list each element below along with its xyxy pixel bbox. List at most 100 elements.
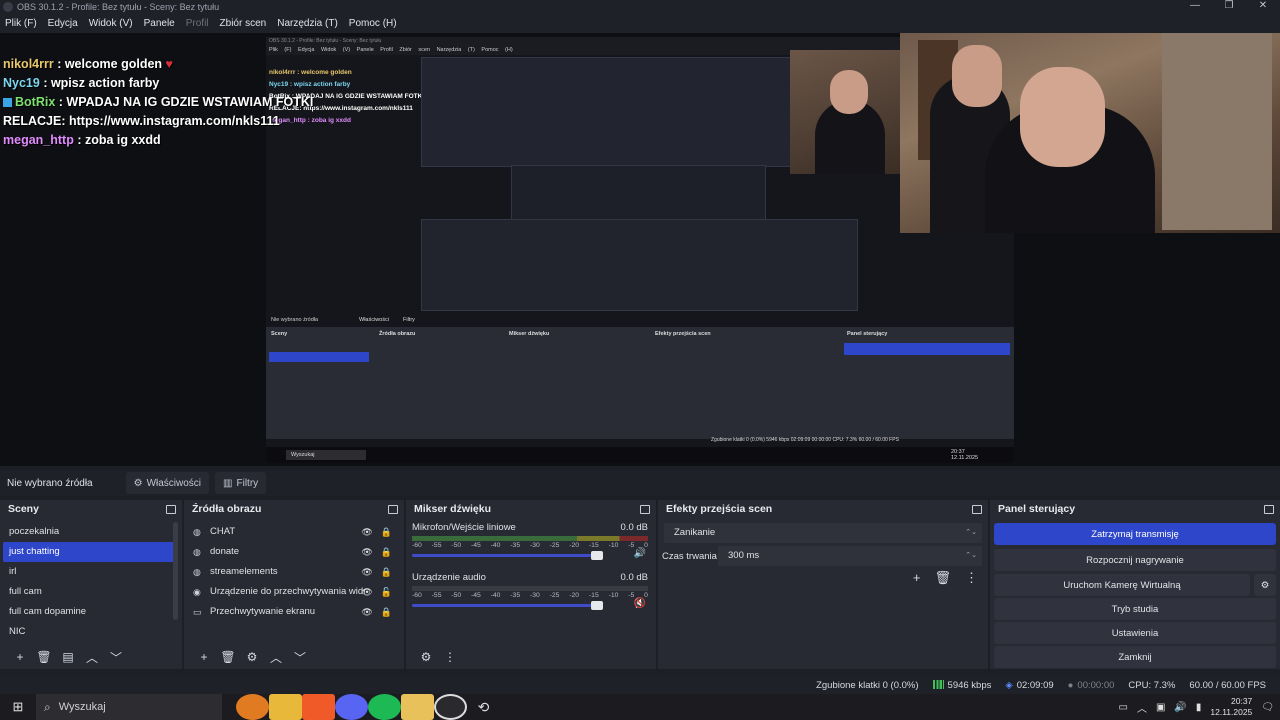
chat-text: : wpisz action farby <box>39 76 160 90</box>
battery-icon[interactable]: ▮ <box>1196 702 1202 713</box>
scene-item[interactable]: full cam dopamine <box>3 602 176 622</box>
taskbar-app-explorer[interactable] <box>269 694 302 720</box>
lock-icon[interactable]: 🔒 <box>381 602 392 622</box>
tray-app-icon[interactable]: ▭ <box>1119 702 1128 713</box>
menu-edycja[interactable]: Edycja <box>48 18 78 29</box>
network-icon[interactable]: ▣ <box>1156 702 1165 713</box>
exit-button[interactable]: Zamknij <box>994 646 1276 668</box>
minimize-button[interactable]: — <box>1178 0 1212 11</box>
duration-value: 300 ms <box>728 550 760 561</box>
source-item[interactable]: ◍ donate 👁 🔒 <box>187 542 398 562</box>
mixer-channel: Urządzenie audio 0.0 dB -60 -55 -50 -45 -40 -3… <box>412 572 648 618</box>
remove-transition-button[interactable]: 🗑 <box>934 570 951 586</box>
taskbar-app-player[interactable] <box>401 694 434 720</box>
unlock-icon[interactable]: 🔓 <box>381 582 392 602</box>
advanced-audio-icon[interactable]: ⚙ <box>414 650 438 664</box>
scene-item-selected[interactable]: just chatting <box>3 542 176 562</box>
transition-menu-button[interactable]: ⋮ <box>965 570 978 586</box>
move-source-down-button[interactable]: ﹀ <box>288 649 312 666</box>
duration-input[interactable]: 300 ms ⌃⌄ <box>718 546 982 566</box>
properties-button[interactable]: ⚙ Właściwości <box>125 472 210 494</box>
menu-plik[interactable]: Plik (F) <box>5 18 37 29</box>
eye-icon[interactable]: 👁 <box>361 542 372 562</box>
taskbar-app-brave[interactable] <box>302 694 335 720</box>
clock-time: 20:37 <box>1231 696 1253 706</box>
eye-icon[interactable]: 👁 <box>361 562 372 582</box>
source-item[interactable]: ◉ Urządzenie do przechwytywania wideo 👁 🔓 <box>187 582 398 602</box>
move-scene-down-button[interactable]: ﹀ <box>104 649 128 666</box>
start-recording-button[interactable]: Rozpocznij nagrywanie <box>994 549 1276 571</box>
scene-item[interactable]: full cam <box>3 582 176 602</box>
taskbar-app-firefox[interactable] <box>236 694 269 720</box>
scene-item[interactable]: poczekalnia <box>3 522 176 542</box>
menu-pomoc[interactable]: Pomoc (H) <box>349 18 397 29</box>
lock-icon[interactable]: 🔒 <box>381 562 392 582</box>
menu-narzedzia[interactable]: Narzędzia (T) <box>277 18 338 29</box>
taskbar-app-spotify[interactable] <box>368 694 401 720</box>
browser-icon: ◍ <box>193 567 201 577</box>
undock-icon[interactable] <box>388 504 398 514</box>
fader-handle[interactable] <box>591 551 603 560</box>
virtual-camera-button[interactable]: Uruchom Kamerę Wirtualną <box>994 574 1250 596</box>
lock-icon[interactable]: 🔒 <box>381 542 392 562</box>
speaker-icon[interactable]: 🔊 <box>634 548 646 559</box>
mixer-menu-icon[interactable]: ⋮ <box>438 650 462 664</box>
scene-item[interactable]: irl <box>3 562 176 582</box>
menu-zbior-scen[interactable]: Zbiór scen <box>220 18 267 29</box>
stop-streaming-button[interactable]: Zatrzymaj transmisję <box>994 523 1276 545</box>
lock-icon[interactable]: 🔒 <box>381 522 392 542</box>
scene-filters-button[interactable]: ▤ <box>56 650 80 664</box>
notifications-icon[interactable]: 🗨 <box>1261 702 1274 713</box>
transition-select[interactable]: Zanikanie ⌃⌄ <box>664 523 982 543</box>
folder-icon <box>269 694 302 720</box>
chevron-up-icon[interactable]: ︿ <box>1137 700 1147 715</box>
window-controls: — ❐ ✕ <box>1178 0 1280 11</box>
settings-button[interactable]: Ustawienia <box>994 622 1276 644</box>
add-scene-button[interactable]: + <box>8 650 32 664</box>
source-settings-button[interactable]: ⚙ <box>240 650 264 664</box>
fps-indicator: 60.00 / 60.00 FPS <box>1189 679 1266 691</box>
source-item[interactable]: ◍ CHAT 👁 🔒 <box>187 522 398 542</box>
taskbar-app-obs[interactable] <box>434 694 467 720</box>
scale-tick: -20 <box>569 542 580 549</box>
eye-icon[interactable]: 👁 <box>361 602 372 622</box>
volume-fader[interactable] <box>412 601 603 610</box>
filters-button[interactable]: ▥ Filtry <box>215 472 267 494</box>
eye-icon[interactable]: 👁 <box>361 522 372 542</box>
volume-fader[interactable] <box>412 551 603 560</box>
maximize-button[interactable]: ❐ <box>1212 0 1246 11</box>
source-item[interactable]: ▭ Przechwytywanie ekranu 👁 🔒 <box>187 602 398 622</box>
add-transition-button[interactable]: + <box>913 570 921 586</box>
taskbar-search[interactable]: ⌕ Wyszukaj <box>36 694 222 720</box>
scenes-list: poczekalnia just chatting irl full cam f… <box>3 522 176 642</box>
move-source-up-button[interactable]: ︿ <box>264 649 288 666</box>
menu-widok[interactable]: Widok (V) <box>89 18 133 29</box>
muted-speaker-icon[interactable]: 🔇 <box>634 598 646 609</box>
chat-nick: nikol4rrr <box>3 57 54 71</box>
remove-source-button[interactable]: 🗑 <box>216 650 240 664</box>
virtual-camera-settings-icon[interactable]: ⚙ <box>1254 574 1276 596</box>
add-source-button[interactable]: + <box>192 650 216 664</box>
undock-icon[interactable] <box>166 504 176 514</box>
menu-panele[interactable]: Panele <box>144 18 175 29</box>
menu-profil[interactable]: Profil <box>186 18 209 29</box>
remove-scene-button[interactable]: 🗑 <box>32 650 56 664</box>
scene-item[interactable]: NIC <box>3 622 176 642</box>
volume-icon[interactable]: 🔊 <box>1174 702 1186 713</box>
spin-arrows-icon[interactable]: ⌃⌄ <box>965 546 977 566</box>
studio-mode-button[interactable]: Tryb studia <box>994 598 1276 620</box>
undock-icon[interactable] <box>640 504 650 514</box>
eye-icon[interactable]: 👁 <box>361 582 372 602</box>
windows-start-icon[interactable]: ⊞ <box>0 699 36 715</box>
source-item[interactable]: ◍ streamelements 👁 🔒 <box>187 562 398 582</box>
move-scene-up-button[interactable]: ︿ <box>80 649 104 666</box>
taskbar-app-discord[interactable] <box>335 694 368 720</box>
undock-icon[interactable] <box>972 504 982 514</box>
taskbar-app-other[interactable]: ⟲ <box>467 694 500 720</box>
scene-preview[interactable]: OBS 30.1.2 - Profile: Bez tytułu - Sceny… <box>0 33 1280 466</box>
fader-handle[interactable] <box>591 601 603 610</box>
close-button[interactable]: ✕ <box>1246 0 1280 11</box>
taskbar-clock[interactable]: 20:37 12.11.2025 <box>1210 696 1252 718</box>
scenes-scrollbar[interactable] <box>173 522 178 620</box>
undock-icon[interactable] <box>1264 504 1274 514</box>
